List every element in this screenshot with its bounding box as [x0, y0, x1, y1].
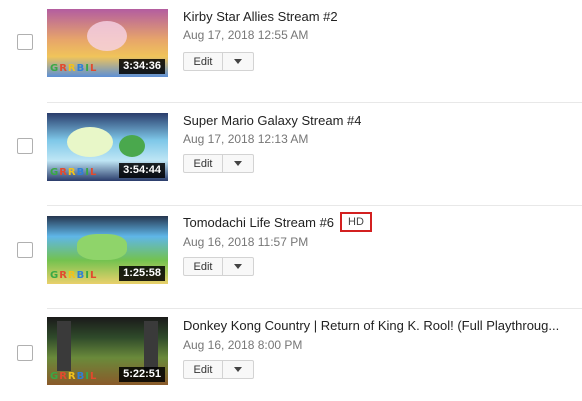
caret-down-icon	[234, 367, 242, 372]
video-duration: 5:22:51	[119, 367, 165, 382]
edit-dropdown-button[interactable]	[223, 258, 253, 275]
edit-button-group: Edit	[183, 257, 254, 276]
edit-dropdown-button[interactable]	[223, 53, 253, 70]
edit-dropdown-button[interactable]	[223, 361, 253, 378]
hd-badge: HD	[340, 212, 372, 232]
caret-down-icon	[234, 59, 242, 64]
video-row: GRRBIL 5:22:51 Donkey Kong Country | Ret…	[0, 309, 582, 401]
edit-button[interactable]: Edit	[184, 155, 223, 172]
edit-button-group: Edit	[183, 52, 254, 71]
video-thumbnail[interactable]: GRRBIL 5:22:51	[47, 317, 168, 385]
video-row: GRRBIL 3:54:44 Super Mario Galaxy Stream…	[0, 103, 582, 206]
video-title[interactable]: Tomodachi Life Stream #6	[183, 215, 334, 230]
edit-button[interactable]: Edit	[184, 361, 223, 378]
video-list: GRRBIL 3:34:36 Kirby Star Allies Stream …	[0, 0, 582, 401]
select-checkbox[interactable]	[17, 345, 33, 361]
channel-logo: GRRBIL	[50, 167, 98, 178]
video-date: Aug 16, 2018 11:57 PM	[183, 235, 309, 249]
edit-button[interactable]: Edit	[184, 53, 223, 70]
select-checkbox[interactable]	[17, 138, 33, 154]
video-date: Aug 17, 2018 12:55 AM	[183, 28, 309, 42]
video-thumbnail[interactable]: GRRBIL 3:34:36	[47, 9, 168, 77]
video-row: GRRBIL 3:34:36 Kirby Star Allies Stream …	[0, 0, 582, 103]
video-title[interactable]: Kirby Star Allies Stream #2	[183, 9, 338, 24]
video-duration: 3:34:36	[119, 59, 165, 74]
edit-button-group: Edit	[183, 154, 254, 173]
channel-logo: GRRBIL	[50, 63, 98, 74]
select-checkbox[interactable]	[17, 242, 33, 258]
video-duration: 3:54:44	[119, 163, 165, 178]
caret-down-icon	[234, 161, 242, 166]
edit-dropdown-button[interactable]	[223, 155, 253, 172]
edit-button-group: Edit	[183, 360, 254, 379]
select-checkbox[interactable]	[17, 34, 33, 50]
channel-logo: GRRBIL	[50, 371, 98, 382]
video-title[interactable]: Donkey Kong Country | Return of King K. …	[183, 318, 559, 333]
video-date: Aug 16, 2018 8:00 PM	[183, 338, 303, 352]
video-row: GRRBIL 1:25:58 Tomodachi Life Stream #6 …	[0, 206, 582, 309]
video-duration: 1:25:58	[119, 266, 165, 281]
channel-logo: GRRBIL	[50, 270, 98, 281]
edit-button[interactable]: Edit	[184, 258, 223, 275]
video-thumbnail[interactable]: GRRBIL 1:25:58	[47, 216, 168, 284]
video-date: Aug 17, 2018 12:13 AM	[183, 132, 309, 146]
video-thumbnail[interactable]: GRRBIL 3:54:44	[47, 113, 168, 181]
video-title[interactable]: Super Mario Galaxy Stream #4	[183, 113, 361, 128]
caret-down-icon	[234, 264, 242, 269]
